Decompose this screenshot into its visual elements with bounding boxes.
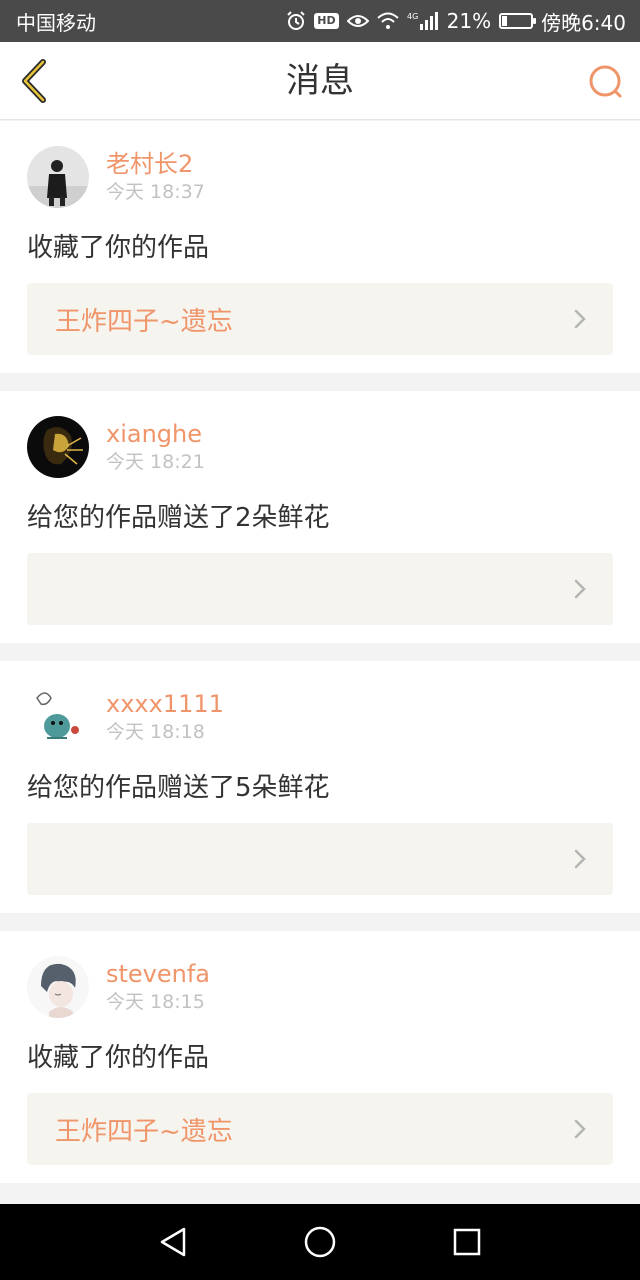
nav-bar: 消息 <box>0 42 640 120</box>
hd-icon: HD <box>314 13 339 29</box>
circle-home-icon <box>304 1226 336 1258</box>
message-text: 收藏了你的作品 <box>27 233 210 263</box>
page-title: 消息 <box>286 61 354 101</box>
battery-fill <box>502 16 508 26</box>
wifi-icon <box>376 12 399 30</box>
triangle-back-icon <box>161 1227 186 1257</box>
username[interactable]: stevenfa <box>106 959 210 989</box>
message-list: 老村长2 今天 18:37 收藏了你的作品 王炸四子~遗忘 xianghe 今天… <box>0 121 640 1204</box>
search-icon <box>589 65 622 98</box>
avatar[interactable] <box>27 416 89 478</box>
message-meta: stevenfa 今天 18:15 <box>106 959 210 1015</box>
avatar[interactable] <box>27 146 89 208</box>
message-card: stevenfa 今天 18:15 收藏了你的作品 王炸四子~遗忘 <box>0 931 640 1183</box>
status-bar: 中国移动 HD 4G 21% 傍晚6:40 <box>0 0 640 42</box>
work-title: 王炸四子~遗忘 <box>55 306 233 337</box>
username[interactable]: xianghe <box>106 419 205 449</box>
chevron-right-icon <box>574 849 586 869</box>
timestamp: 今天 18:37 <box>106 181 205 203</box>
message-meta: xxxx1111 今天 18:18 <box>106 689 224 745</box>
message-meta: xianghe 今天 18:21 <box>106 419 205 475</box>
message-card: xxxx1111 今天 18:18 给您的作品赠送了5朵鲜花 <box>0 661 640 913</box>
work-link[interactable] <box>27 553 613 625</box>
message-text: 给您的作品赠送了2朵鲜花 <box>27 503 330 533</box>
signal-icon: 4G <box>407 11 439 31</box>
message-header: xianghe 今天 18:21 <box>27 415 613 479</box>
chevron-right-icon <box>574 1119 586 1139</box>
carrier-name: 中国移动 <box>16 10 96 35</box>
battery-icon <box>499 13 537 29</box>
system-recents-button[interactable] <box>442 1217 492 1267</box>
work-title: 王炸四子~遗忘 <box>55 1116 233 1147</box>
message-header: stevenfa 今天 18:15 <box>27 955 613 1019</box>
battery-percent: 21% <box>446 9 492 33</box>
clock: 傍晚6:40 <box>541 10 626 35</box>
username[interactable]: 老村长2 <box>106 149 205 179</box>
status-icons: HD 4G 21% 傍晚6:40 <box>286 7 626 36</box>
message-header: 老村长2 今天 18:37 <box>27 145 613 209</box>
timestamp: 今天 18:21 <box>106 451 205 473</box>
square-recents-icon <box>453 1228 480 1256</box>
work-link[interactable]: 王炸四子~遗忘 <box>27 283 613 355</box>
system-nav-bar <box>0 1204 640 1280</box>
avatar[interactable] <box>27 956 89 1018</box>
message-text: 给您的作品赠送了5朵鲜花 <box>27 773 330 803</box>
timestamp: 今天 18:15 <box>106 991 205 1013</box>
work-link[interactable]: 王炸四子~遗忘 <box>27 1093 613 1165</box>
work-link[interactable] <box>27 823 613 895</box>
timestamp: 今天 18:18 <box>106 721 205 743</box>
message-text: 收藏了你的作品 <box>27 1043 210 1073</box>
username[interactable]: xxxx1111 <box>106 689 224 719</box>
network-type: 4G <box>407 12 418 21</box>
message-card: xianghe 今天 18:21 给您的作品赠送了2朵鲜花 <box>0 391 640 643</box>
system-back-button[interactable] <box>148 1217 198 1267</box>
message-card: 老村长2 今天 18:37 收藏了你的作品 王炸四子~遗忘 <box>0 121 640 373</box>
search-button[interactable] <box>584 60 628 104</box>
message-header: xxxx1111 今天 18:18 <box>27 685 613 749</box>
avatar[interactable] <box>27 686 89 748</box>
chevron-right-icon <box>574 309 586 329</box>
message-meta: 老村长2 今天 18:37 <box>106 149 205 205</box>
alarm-icon <box>286 11 306 31</box>
eye-icon <box>346 13 369 29</box>
system-home-button[interactable] <box>295 1217 345 1267</box>
chevron-right-icon <box>574 579 586 599</box>
